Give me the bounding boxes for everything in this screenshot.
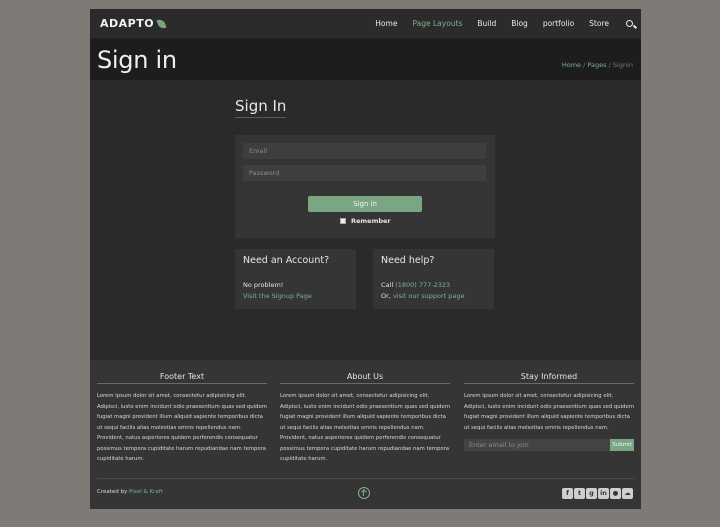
breadcrumb-current: Signin — [612, 61, 633, 69]
account-card: Need an Account? No problem! Visit the S… — [235, 249, 356, 309]
brand-name: ADAPTO — [100, 17, 155, 30]
search-icon[interactable] — [626, 20, 633, 27]
main-content: Sign In Email Password Sign in Remember … — [90, 80, 641, 360]
signin-button[interactable]: Sign in — [308, 196, 422, 212]
google-plus-icon[interactable]: g — [586, 488, 597, 499]
linkedin-icon[interactable]: in — [598, 488, 609, 499]
top-nav: ADAPTO Home Page Layouts Build Blog port… — [90, 9, 641, 39]
support-link[interactable]: visit our support page — [393, 292, 465, 300]
nav-item-store[interactable]: Store — [589, 19, 609, 28]
call-label: Call — [381, 281, 394, 289]
footer-credit: Created by Pixel & Kraft — [97, 489, 163, 495]
remember-checkbox[interactable] — [340, 218, 346, 224]
nav-item-portfolio[interactable]: portfolio — [543, 19, 574, 28]
signin-form: Email Password Sign in Remember — [235, 135, 495, 238]
page: ADAPTO Home Page Layouts Build Blog port… — [90, 9, 641, 509]
newsletter-form: Enter email to join Submit — [464, 439, 634, 451]
phone-link[interactable]: (1800) 777-2323 — [395, 281, 450, 289]
scroll-top-icon[interactable] — [358, 487, 370, 499]
remember-row: Remember — [340, 217, 391, 225]
footer: Footer Text Lorem ipsum dolor sit amet, … — [90, 360, 641, 509]
twitter-icon[interactable]: t — [574, 488, 585, 499]
social-links: f t g in ● ☁ — [562, 488, 633, 499]
footer-column-title: Footer Text — [97, 372, 267, 384]
credit-link[interactable]: Pixel & Kraft — [129, 489, 163, 495]
soundcloud-icon[interactable]: ☁ — [622, 488, 633, 499]
footer-column-body: Lorem ipsum dolor sit amet, consectetur … — [280, 393, 450, 462]
signin-heading: Sign In — [235, 97, 287, 118]
remember-label: Remember — [351, 217, 391, 225]
account-card-text: No problem! — [243, 281, 284, 289]
footer-column-body: Lorem ipsum dolor sit amet, consectetur … — [464, 393, 634, 431]
signup-link[interactable]: Visit the Signup Page — [243, 292, 312, 300]
account-card-title: Need an Account? — [243, 255, 330, 266]
newsletter-submit-button[interactable]: Submit — [610, 439, 634, 451]
footer-column-newsletter: Stay Informed Lorem ipsum dolor sit amet… — [464, 372, 634, 451]
newsletter-email-input[interactable]: Enter email to join — [464, 439, 610, 451]
nav-item-blog[interactable]: Blog — [511, 19, 528, 28]
brand-logo[interactable]: ADAPTO — [100, 17, 167, 30]
credit-prefix: Created by — [97, 489, 128, 495]
page-title: Sign in — [97, 45, 177, 74]
facebook-icon[interactable]: f — [562, 488, 573, 499]
help-card: Need help? Call (1800) 777-2323 Or, visi… — [373, 249, 494, 309]
nav-item-build[interactable]: Build — [477, 19, 496, 28]
password-field[interactable]: Password — [243, 165, 486, 181]
help-card-title: Need help? — [381, 255, 435, 266]
nav-item-home[interactable]: Home — [375, 19, 397, 28]
page-header: Sign in Home / Pages / Signin — [90, 39, 641, 80]
footer-column-about: About Us Lorem ipsum dolor sit amet, con… — [280, 372, 450, 465]
breadcrumb-pages[interactable]: Pages — [587, 61, 606, 69]
or-label: Or, — [381, 292, 391, 300]
footer-divider — [97, 478, 634, 479]
breadcrumb-separator: / — [608, 61, 611, 69]
github-icon[interactable]: ● — [610, 488, 621, 499]
footer-column-text: Footer Text Lorem ipsum dolor sit amet, … — [97, 372, 267, 465]
breadcrumb: Home / Pages / Signin — [562, 61, 633, 69]
footer-column-body: Lorem ipsum dolor sit amet, consectetur … — [97, 393, 267, 462]
leaf-icon — [156, 17, 167, 30]
nav-menu: Home Page Layouts Build Blog portfolio S… — [375, 19, 633, 28]
footer-column-title: About Us — [280, 372, 450, 384]
breadcrumb-separator: / — [583, 61, 586, 69]
footer-column-title: Stay Informed — [464, 372, 634, 384]
breadcrumb-home[interactable]: Home — [562, 61, 581, 69]
nav-item-page-layouts[interactable]: Page Layouts — [412, 19, 462, 28]
email-field[interactable]: Email — [243, 143, 486, 159]
